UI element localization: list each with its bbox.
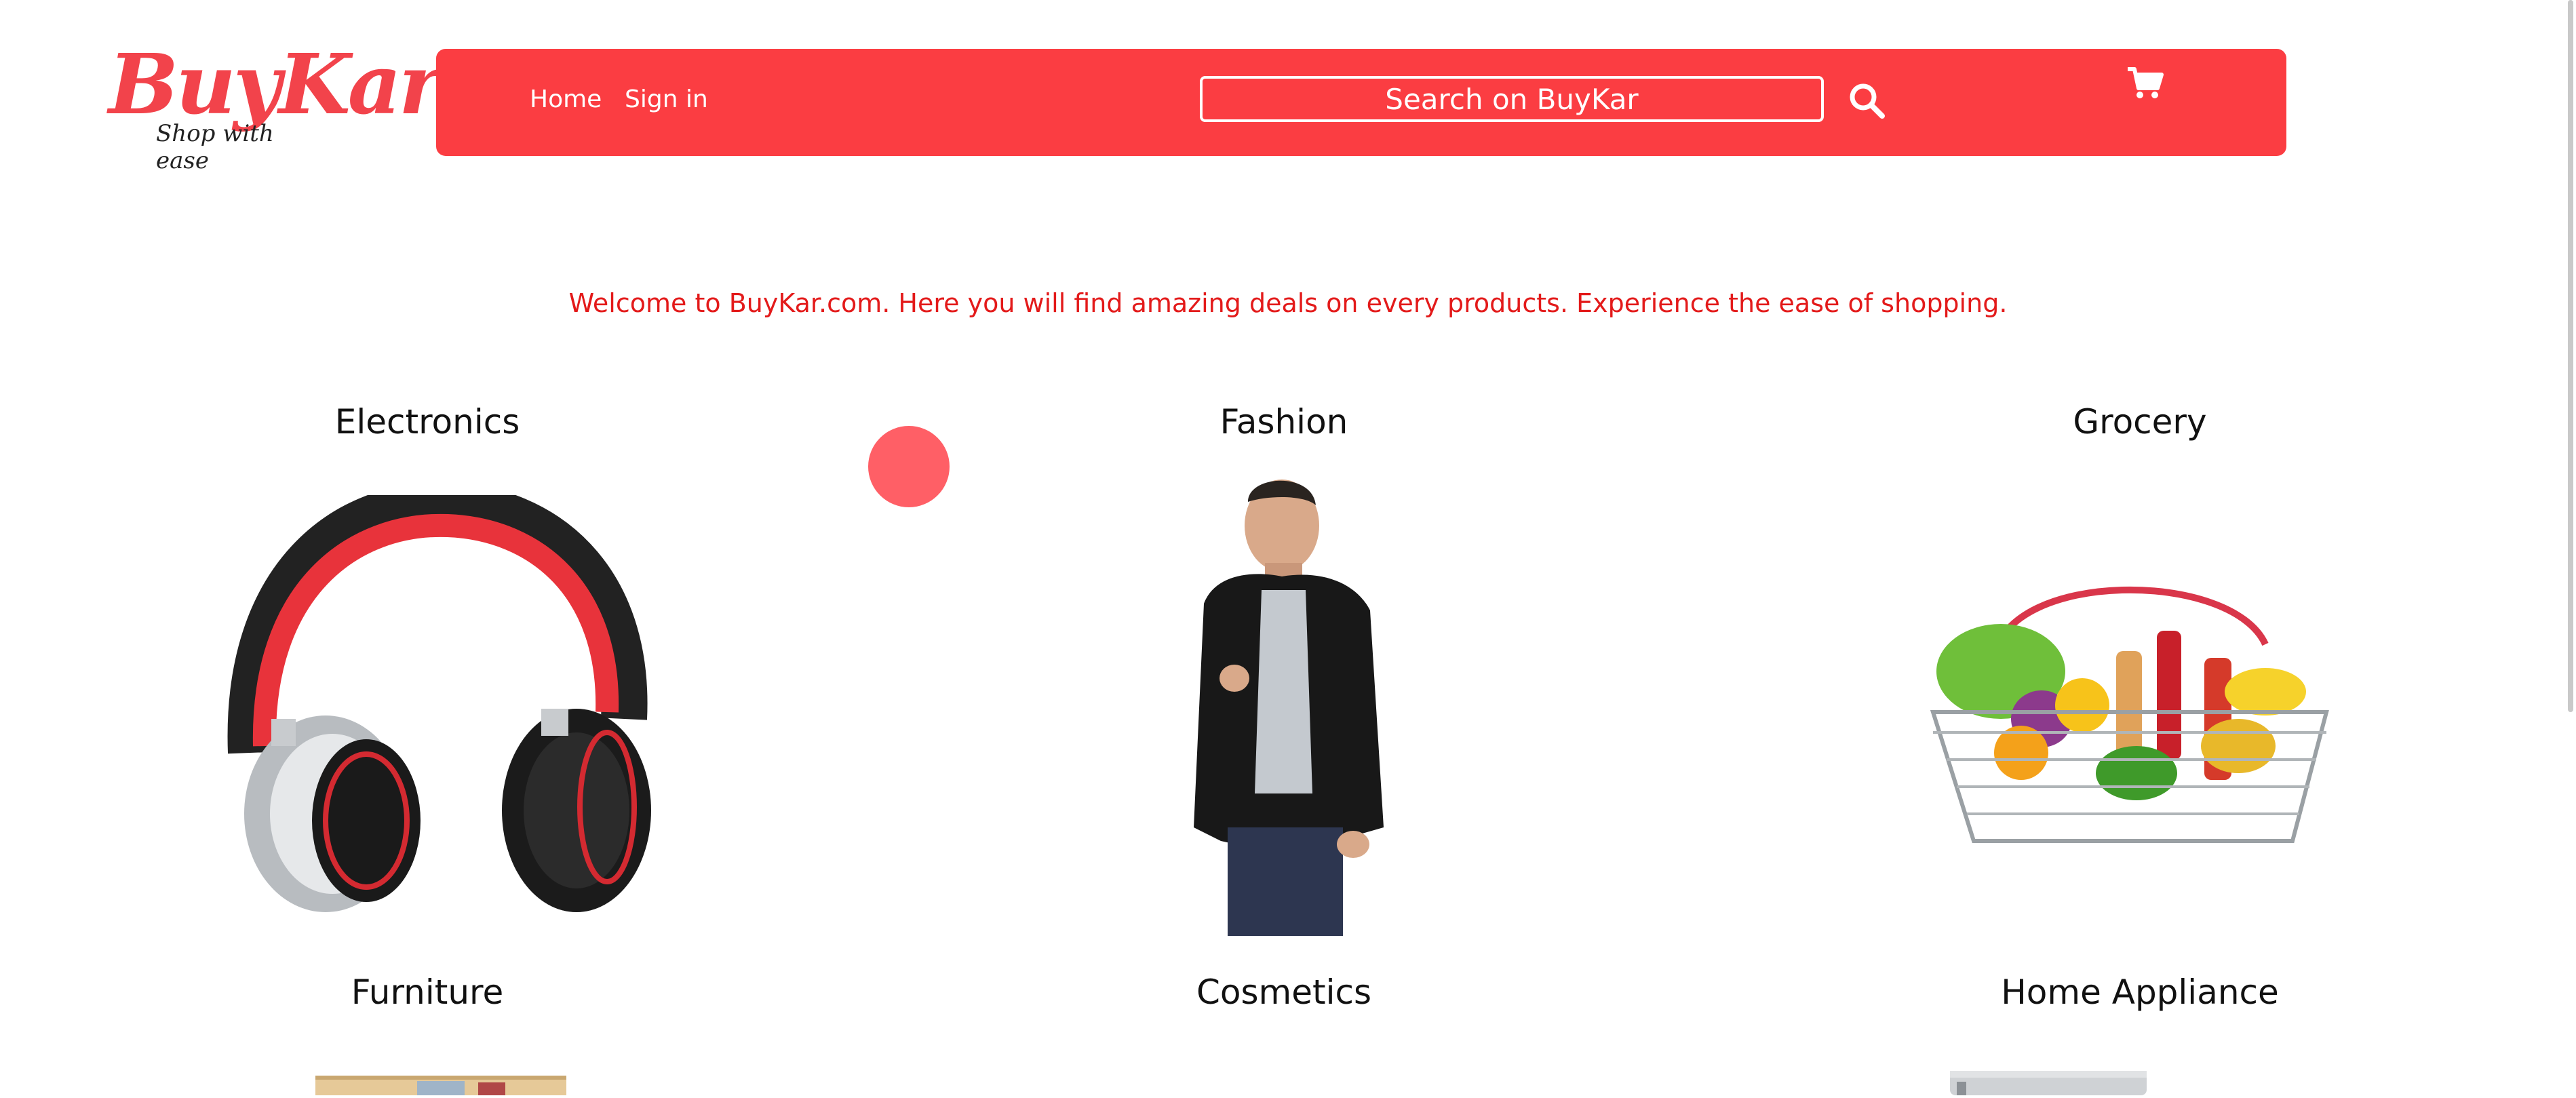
nav-home-link[interactable]: Home xyxy=(530,85,602,113)
category-title-furniture[interactable]: Furniture xyxy=(190,973,665,1012)
furniture-image[interactable] xyxy=(315,1070,566,1095)
category-title-grocery[interactable]: Grocery xyxy=(1902,402,2377,442)
logo-brand: BuyKar xyxy=(109,35,442,133)
cart-icon[interactable] xyxy=(2125,64,2166,104)
cursor-indicator xyxy=(868,426,950,507)
logo-tagline: Shop with ease xyxy=(156,120,274,174)
search-input[interactable]: Search on BuyKar xyxy=(1200,76,1824,122)
logo[interactable]: BuyKar Shop with ease xyxy=(109,35,442,174)
scrollbar[interactable] xyxy=(2568,0,2573,712)
fashion-image[interactable] xyxy=(1167,475,1404,936)
welcome-message: Welcome to BuyKar.com. Here you will fin… xyxy=(568,288,2008,318)
home-appliance-image[interactable] xyxy=(1950,1068,2147,1095)
grocery-image[interactable] xyxy=(1913,556,2347,861)
top-navbar: Home Sign in Search on BuyKar xyxy=(436,49,2286,156)
category-title-electronics[interactable]: Electronics xyxy=(190,402,665,442)
category-title-fashion[interactable]: Fashion xyxy=(1047,402,1521,442)
electronics-image[interactable] xyxy=(224,482,658,916)
category-title-cosmetics[interactable]: Cosmetics xyxy=(1047,973,1521,1012)
nav-signin-link[interactable]: Sign in xyxy=(625,85,708,113)
search-icon[interactable] xyxy=(1847,81,1888,121)
category-title-home-appliance[interactable]: Home Appliance xyxy=(1902,973,2377,1012)
